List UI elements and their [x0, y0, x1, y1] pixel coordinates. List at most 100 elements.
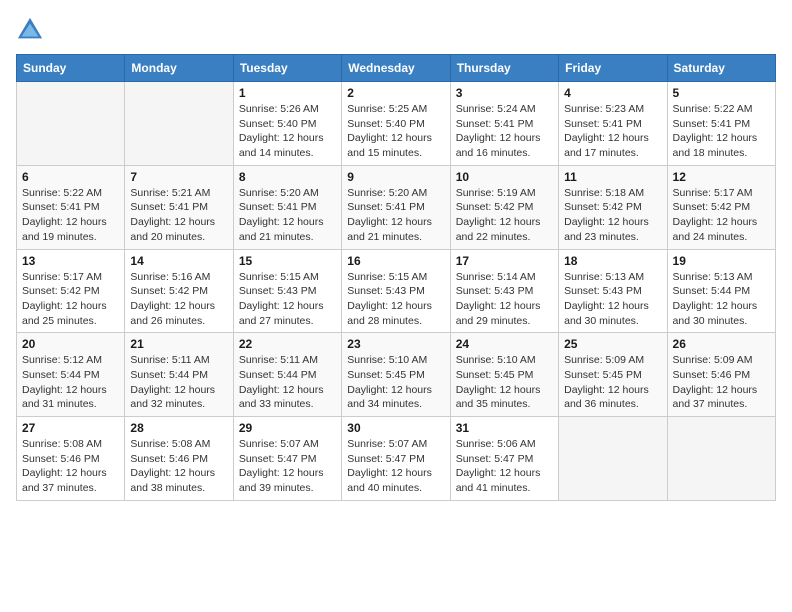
day-info: Sunrise: 5:10 AM Sunset: 5:45 PM Dayligh… [347, 353, 444, 412]
day-number: 24 [456, 337, 553, 351]
calendar-cell: 20 Sunrise: 5:12 AM Sunset: 5:44 PM Dayli… [17, 333, 125, 417]
calendar-cell: 6 Sunrise: 5:22 AM Sunset: 5:41 PM Daylig… [17, 165, 125, 249]
calendar-cell: 12 Sunrise: 5:17 AM Sunset: 5:42 PM Dayli… [667, 165, 775, 249]
calendar-cell: 7 Sunrise: 5:21 AM Sunset: 5:41 PM Daylig… [125, 165, 233, 249]
weekday-header-sunday: Sunday [17, 55, 125, 82]
day-number: 23 [347, 337, 444, 351]
day-info: Sunrise: 5:15 AM Sunset: 5:43 PM Dayligh… [239, 270, 336, 329]
day-number: 12 [673, 170, 770, 184]
day-number: 10 [456, 170, 553, 184]
day-number: 11 [564, 170, 661, 184]
day-info: Sunrise: 5:22 AM Sunset: 5:41 PM Dayligh… [673, 102, 770, 161]
day-number: 5 [673, 86, 770, 100]
day-info: Sunrise: 5:09 AM Sunset: 5:45 PM Dayligh… [564, 353, 661, 412]
day-number: 18 [564, 254, 661, 268]
day-info: Sunrise: 5:07 AM Sunset: 5:47 PM Dayligh… [239, 437, 336, 496]
calendar-cell: 17 Sunrise: 5:14 AM Sunset: 5:43 PM Dayli… [450, 249, 558, 333]
day-info: Sunrise: 5:21 AM Sunset: 5:41 PM Dayligh… [130, 186, 227, 245]
calendar-cell: 13 Sunrise: 5:17 AM Sunset: 5:42 PM Dayli… [17, 249, 125, 333]
day-number: 30 [347, 421, 444, 435]
day-number: 15 [239, 254, 336, 268]
logo [16, 16, 48, 44]
calendar-week-row: 27 Sunrise: 5:08 AM Sunset: 5:46 PM Dayli… [17, 417, 776, 501]
calendar-cell: 11 Sunrise: 5:18 AM Sunset: 5:42 PM Dayli… [559, 165, 667, 249]
day-info: Sunrise: 5:10 AM Sunset: 5:45 PM Dayligh… [456, 353, 553, 412]
day-number: 8 [239, 170, 336, 184]
day-info: Sunrise: 5:17 AM Sunset: 5:42 PM Dayligh… [673, 186, 770, 245]
day-info: Sunrise: 5:18 AM Sunset: 5:42 PM Dayligh… [564, 186, 661, 245]
calendar-cell: 19Sunrise: 5:13 AM Sunset: 5:44 PM Dayli… [667, 249, 775, 333]
calendar-cell: 18 Sunrise: 5:13 AM Sunset: 5:43 PM Dayli… [559, 249, 667, 333]
day-info: Sunrise: 5:24 AM Sunset: 5:41 PM Dayligh… [456, 102, 553, 161]
calendar-cell: 27 Sunrise: 5:08 AM Sunset: 5:46 PM Dayli… [17, 417, 125, 501]
day-number: 9 [347, 170, 444, 184]
calendar-cell: 3 Sunrise: 5:24 AM Sunset: 5:41 PM Daylig… [450, 82, 558, 166]
day-number: 28 [130, 421, 227, 435]
weekday-header-friday: Friday [559, 55, 667, 82]
day-info: Sunrise: 5:17 AM Sunset: 5:42 PM Dayligh… [22, 270, 119, 329]
day-number: 13 [22, 254, 119, 268]
day-info: Sunrise: 5:13 AM Sunset: 5:43 PM Dayligh… [564, 270, 661, 329]
day-info: Sunrise: 5:25 AM Sunset: 5:40 PM Dayligh… [347, 102, 444, 161]
calendar-cell: 26 Sunrise: 5:09 AM Sunset: 5:46 PM Dayli… [667, 333, 775, 417]
day-info: Sunrise: 5:15 AM Sunset: 5:43 PM Dayligh… [347, 270, 444, 329]
page-header [16, 16, 776, 44]
calendar-week-row: 6 Sunrise: 5:22 AM Sunset: 5:41 PM Daylig… [17, 165, 776, 249]
calendar-cell [17, 82, 125, 166]
day-number: 22 [239, 337, 336, 351]
logo-icon [16, 16, 44, 44]
day-info: Sunrise: 5:11 AM Sunset: 5:44 PM Dayligh… [239, 353, 336, 412]
day-info: Sunrise: 5:26 AM Sunset: 5:40 PM Dayligh… [239, 102, 336, 161]
calendar-cell [125, 82, 233, 166]
calendar-cell: 31Sunrise: 5:06 AM Sunset: 5:47 PM Dayli… [450, 417, 558, 501]
day-number: 27 [22, 421, 119, 435]
calendar-week-row: 20 Sunrise: 5:12 AM Sunset: 5:44 PM Dayli… [17, 333, 776, 417]
day-number: 21 [130, 337, 227, 351]
day-info: Sunrise: 5:14 AM Sunset: 5:43 PM Dayligh… [456, 270, 553, 329]
day-info: Sunrise: 5:16 AM Sunset: 5:42 PM Dayligh… [130, 270, 227, 329]
day-number: 2 [347, 86, 444, 100]
day-info: Sunrise: 5:12 AM Sunset: 5:44 PM Dayligh… [22, 353, 119, 412]
calendar-table: SundayMondayTuesdayWednesdayThursdayFrid… [16, 54, 776, 501]
day-info: Sunrise: 5:09 AM Sunset: 5:46 PM Dayligh… [673, 353, 770, 412]
calendar-cell: 2 Sunrise: 5:25 AM Sunset: 5:40 PM Daylig… [342, 82, 450, 166]
weekday-header-thursday: Thursday [450, 55, 558, 82]
day-number: 3 [456, 86, 553, 100]
day-number: 14 [130, 254, 227, 268]
calendar-cell: 23 Sunrise: 5:10 AM Sunset: 5:45 PM Dayli… [342, 333, 450, 417]
calendar-cell [667, 417, 775, 501]
calendar-cell: 8 Sunrise: 5:20 AM Sunset: 5:41 PM Daylig… [233, 165, 341, 249]
day-number: 4 [564, 86, 661, 100]
calendar-cell: 24 Sunrise: 5:10 AM Sunset: 5:45 PM Dayli… [450, 333, 558, 417]
calendar-cell [559, 417, 667, 501]
day-info: Sunrise: 5:08 AM Sunset: 5:46 PM Dayligh… [130, 437, 227, 496]
calendar-cell: 21 Sunrise: 5:11 AM Sunset: 5:44 PM Dayli… [125, 333, 233, 417]
day-number: 25 [564, 337, 661, 351]
day-info: Sunrise: 5:22 AM Sunset: 5:41 PM Dayligh… [22, 186, 119, 245]
calendar-cell: 16 Sunrise: 5:15 AM Sunset: 5:43 PM Dayli… [342, 249, 450, 333]
day-number: 20 [22, 337, 119, 351]
calendar-cell: 1 Sunrise: 5:26 AM Sunset: 5:40 PM Daylig… [233, 82, 341, 166]
calendar-week-row: 13 Sunrise: 5:17 AM Sunset: 5:42 PM Dayli… [17, 249, 776, 333]
day-info: Sunrise: 5:20 AM Sunset: 5:41 PM Dayligh… [239, 186, 336, 245]
day-info: Sunrise: 5:11 AM Sunset: 5:44 PM Dayligh… [130, 353, 227, 412]
calendar-cell: 14 Sunrise: 5:16 AM Sunset: 5:42 PM Dayli… [125, 249, 233, 333]
calendar-cell: 4 Sunrise: 5:23 AM Sunset: 5:41 PM Daylig… [559, 82, 667, 166]
day-number: 17 [456, 254, 553, 268]
calendar-cell: 25 Sunrise: 5:09 AM Sunset: 5:45 PM Dayli… [559, 333, 667, 417]
day-info: Sunrise: 5:20 AM Sunset: 5:41 PM Dayligh… [347, 186, 444, 245]
day-number: 26 [673, 337, 770, 351]
calendar-cell: 22 Sunrise: 5:11 AM Sunset: 5:44 PM Dayli… [233, 333, 341, 417]
day-number: 1 [239, 86, 336, 100]
calendar-cell: 9 Sunrise: 5:20 AM Sunset: 5:41 PM Daylig… [342, 165, 450, 249]
day-info: Sunrise: 5:06 AM Sunset: 5:47 PM Dayligh… [456, 437, 553, 496]
calendar-week-row: 1 Sunrise: 5:26 AM Sunset: 5:40 PM Daylig… [17, 82, 776, 166]
day-number: 16 [347, 254, 444, 268]
day-info: Sunrise: 5:08 AM Sunset: 5:46 PM Dayligh… [22, 437, 119, 496]
weekday-header-saturday: Saturday [667, 55, 775, 82]
day-number: 7 [130, 170, 227, 184]
calendar-cell: 29Sunrise: 5:07 AM Sunset: 5:47 PM Dayli… [233, 417, 341, 501]
day-info: Sunrise: 5:23 AM Sunset: 5:41 PM Dayligh… [564, 102, 661, 161]
weekday-header-monday: Monday [125, 55, 233, 82]
day-number: 6 [22, 170, 119, 184]
